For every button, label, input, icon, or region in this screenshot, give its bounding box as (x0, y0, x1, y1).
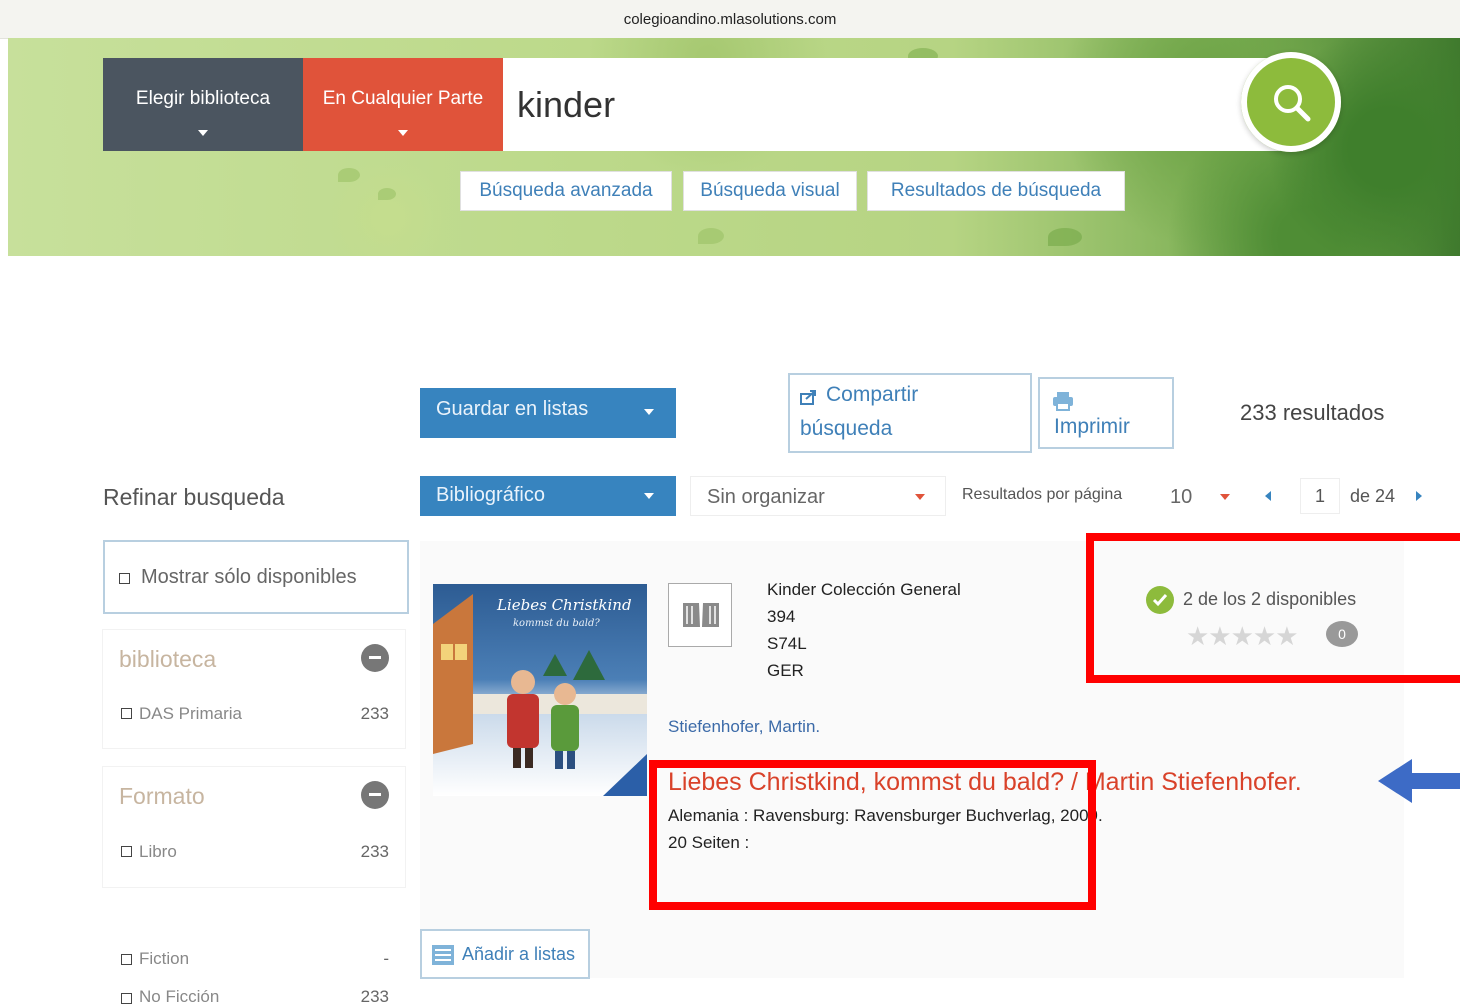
checkbox-icon[interactable] (121, 846, 132, 857)
search-input[interactable] (503, 58, 1303, 151)
add-to-lists-label: Añadir a listas (462, 944, 576, 964)
facet-item-label[interactable]: Libro (139, 842, 177, 862)
format-book-icon-box (668, 583, 732, 647)
caret-down-icon (644, 409, 654, 415)
next-page-icon[interactable] (1416, 491, 1422, 501)
scope-select-label: En Cualquier Parte (322, 88, 484, 109)
book-cover-image[interactable]: Liebes Christkind kommst du bald? (433, 584, 647, 796)
sort-select-label: Sin organizar (707, 486, 825, 508)
collapse-icon[interactable] (361, 644, 389, 672)
highlight-box-availability (1086, 533, 1460, 683)
facet-item-count: - (383, 949, 389, 968)
add-to-lists-button[interactable]: Añadir a listas (420, 929, 590, 979)
facet-item-label[interactable]: Fiction (139, 949, 189, 969)
per-page-value: 10 (1170, 486, 1193, 508)
search-icon (1274, 85, 1311, 122)
printer-icon (1053, 392, 1073, 411)
visual-search-link[interactable]: Búsqueda visual (683, 171, 857, 211)
checkbox-icon[interactable] (121, 993, 132, 1004)
library-select-button[interactable]: Elegir biblioteca (103, 58, 303, 151)
save-to-lists-button[interactable]: Guardar en listas (420, 388, 676, 438)
facet-title: biblioteca (119, 646, 217, 672)
call-number-language: GER (767, 661, 804, 680)
refine-search-title: Refinar busqueda (103, 484, 285, 510)
checkbox-icon[interactable] (121, 708, 132, 719)
facet-item-label[interactable]: No Ficción (139, 987, 219, 1007)
facet-title: Formato (119, 783, 205, 809)
caret-down-icon (1220, 494, 1230, 500)
checkbox-icon[interactable] (119, 573, 130, 584)
caret-down-icon (915, 494, 925, 500)
cover-illustration (433, 594, 647, 796)
share-search-label-2: búsqueda (800, 417, 893, 440)
search-results-link[interactable]: Resultados de búsqueda (867, 171, 1125, 211)
search-button[interactable] (1241, 52, 1341, 152)
advanced-search-link[interactable]: Búsqueda avanzada (460, 171, 672, 211)
book-icon (683, 603, 719, 627)
page-total: de 24 (1350, 486, 1396, 506)
collapse-icon[interactable] (361, 781, 389, 809)
leaf-decoration (1048, 228, 1082, 246)
leaf-decoration (378, 188, 396, 200)
only-available-label: Mostrar sólo disponibles (141, 566, 357, 588)
format-select-label: Bibliográfico (436, 484, 545, 506)
share-search-label-1: Compartir (826, 383, 919, 406)
facet-item-label[interactable]: DAS Primaria (139, 704, 242, 724)
highlight-box-title (649, 760, 1096, 910)
per-page-select[interactable]: 10 (1158, 478, 1248, 516)
facet-panel-format: Formato Libro 233 (103, 767, 405, 887)
url-text: colegioandino.mlasolutions.com (623, 11, 837, 28)
author-link[interactable]: Stiefenhofer, Martin. (668, 717, 820, 737)
facet-item-count: 233 (360, 987, 389, 1006)
scope-select-button[interactable]: En Cualquier Parte (303, 58, 503, 151)
print-button[interactable]: Imprimir (1038, 377, 1174, 449)
save-to-lists-label: Guardar en listas (436, 398, 589, 420)
facet-item-count: 233 (360, 842, 389, 861)
caret-down-icon (198, 130, 208, 136)
facet-panel-extra: Fiction - No Ficción 233 (103, 935, 405, 1006)
leaf-decoration (698, 228, 724, 244)
facet-panel-library: biblioteca DAS Primaria 233 (103, 630, 405, 748)
print-label: Imprimir (1054, 415, 1130, 438)
results-count: 233 resultados (1240, 400, 1385, 425)
call-number-collection: Kinder Colección General (767, 580, 961, 599)
share-search-button[interactable]: Compartir búsqueda (788, 373, 1032, 453)
format-select[interactable]: Bibliográfico (420, 476, 676, 516)
page-number-input[interactable]: 1 (1300, 478, 1340, 514)
arrow-left-icon (1378, 759, 1460, 803)
facet-item-count: 233 (360, 704, 389, 723)
caret-down-icon (398, 130, 408, 136)
share-icon (800, 390, 816, 405)
call-number-cutter: S74L (767, 634, 807, 653)
browser-url-bar[interactable]: colegioandino.mlasolutions.com (0, 0, 1460, 39)
caret-down-icon (644, 493, 654, 499)
prev-page-icon[interactable] (1265, 491, 1271, 501)
sort-select[interactable]: Sin organizar (690, 476, 946, 516)
only-available-filter[interactable]: Mostrar sólo disponibles (103, 540, 409, 614)
checkbox-icon[interactable] (121, 954, 132, 965)
list-icon (432, 945, 454, 965)
per-page-label: Resultados por página (962, 486, 1123, 503)
call-number-class: 394 (767, 607, 796, 626)
library-select-label: Elegir biblioteca (135, 88, 271, 109)
leaf-decoration (338, 168, 360, 182)
